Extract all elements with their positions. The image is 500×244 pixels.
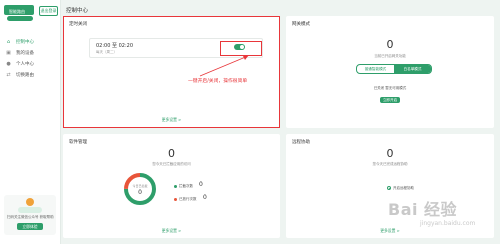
remote-option-label: 开启远程协助 — [393, 186, 414, 190]
remote-card-title: 远程协助 — [292, 140, 310, 145]
legend-dot-allowed — [174, 198, 177, 201]
legend-label-allowed: 已放行次数 — [179, 197, 197, 201]
software-card-title: 软件管理 — [69, 140, 87, 145]
watermark-sub: jingyan.baidu.com — [420, 220, 476, 227]
remote-sub: 您今天已完成远程协助 — [372, 162, 408, 166]
segment-whitelist[interactable]: 白名单模式 — [394, 65, 431, 73]
watermark-main: Bai 经验 — [388, 200, 458, 219]
legend-dot-blocked — [174, 185, 177, 188]
donut-label: 今日已拦截 — [132, 184, 148, 188]
network-mode-segment: 普通智能模式 白名单模式 — [356, 64, 432, 74]
network-count: 0 — [386, 38, 394, 51]
network-enable-button[interactable]: 立即开启 — [380, 97, 400, 103]
remote-more-link[interactable]: 更多设置 > — [286, 228, 494, 234]
software-more-link[interactable]: 更多设置 > — [63, 228, 280, 234]
software-count: 0 — [168, 147, 175, 160]
software-card: 软件管理 0 您今天已拦截应用的访问 今日已拦截 0 拦截次数 0 已放行次数 … — [63, 134, 280, 238]
donut-value: 0 — [138, 189, 142, 196]
legend-label-blocked: 拦截次数 — [179, 184, 193, 188]
annotation-text: 一键开启/关闭，操作很简单 — [188, 79, 248, 84]
legend-value-blocked: 0 — [199, 181, 203, 188]
legend-value-allowed: 0 — [203, 194, 207, 201]
remote-option-radio[interactable] — [387, 186, 391, 190]
remote-count: 0 — [386, 147, 394, 160]
network-sub: 当前已开启网关功能 — [374, 54, 406, 58]
network-status: 已关闭 暂无可用模式 — [373, 86, 407, 90]
software-sub: 您今天已拦截应用的访问 — [152, 162, 191, 166]
segment-normal[interactable]: 普通智能模式 — [357, 65, 394, 73]
network-card-title: 网关模式 — [292, 22, 310, 27]
